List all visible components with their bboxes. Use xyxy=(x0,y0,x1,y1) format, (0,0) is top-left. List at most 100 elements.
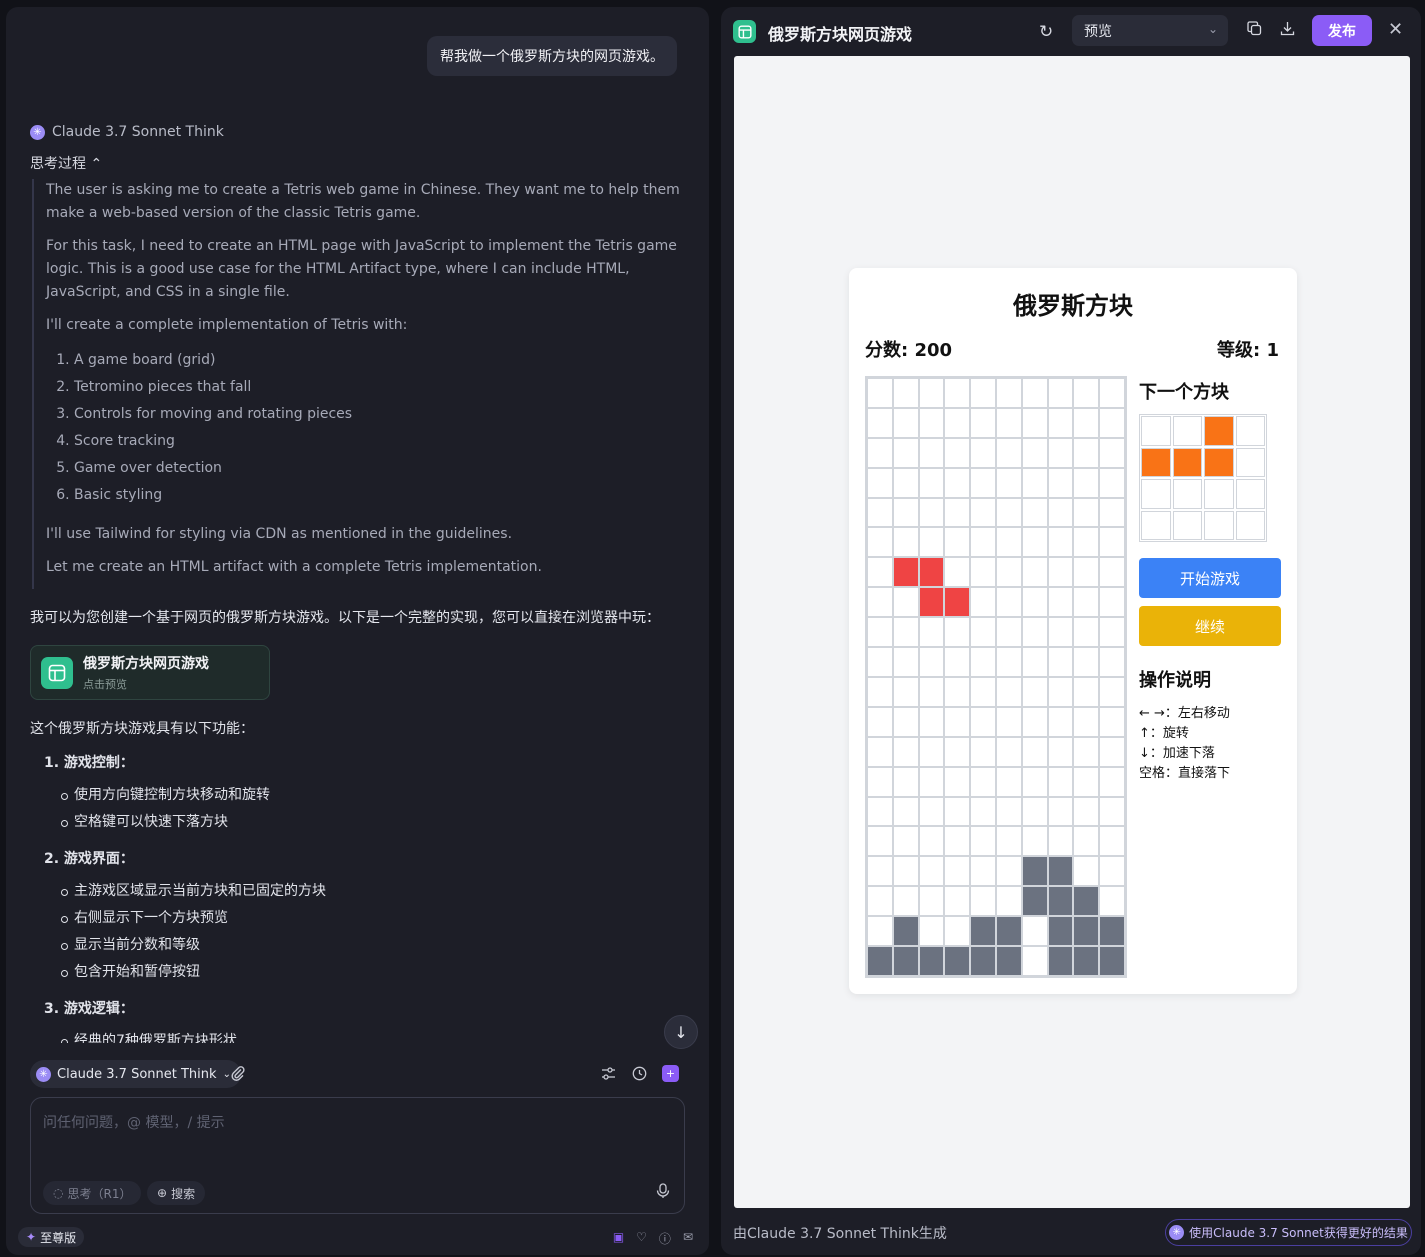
history-clock-icon[interactable] xyxy=(631,1065,648,1082)
feature-item: 右侧显示下一个方块预览 xyxy=(30,905,680,932)
help-icon[interactable]: ⓘ xyxy=(659,1230,671,1247)
board-cell xyxy=(918,826,945,857)
mail-icon[interactable]: ✉ xyxy=(683,1230,693,1247)
board-cell xyxy=(867,437,893,468)
board-cell xyxy=(1099,647,1125,677)
board-cell xyxy=(970,557,996,588)
board-cell xyxy=(1021,437,1048,468)
thinking-paragraph: The user is asking me to create a Tetris… xyxy=(46,182,680,221)
copy-icon[interactable] xyxy=(1247,21,1262,40)
next-cell xyxy=(1235,510,1265,540)
sliders-icon[interactable] xyxy=(600,1065,617,1082)
board-cell-filled xyxy=(970,916,996,947)
thinking-list-item: Basic styling xyxy=(74,482,682,509)
board-cell xyxy=(970,796,996,827)
next-cell xyxy=(1141,416,1171,446)
view-mode-label: 预览 xyxy=(1084,23,1112,40)
board-cell xyxy=(1047,826,1074,857)
chevron-down-icon: ⌄ xyxy=(1207,22,1218,36)
upgrade-cta-label: 使用Claude 3.7 Sonnet获得更好的结果 xyxy=(1189,1226,1408,1240)
board-cell xyxy=(1021,676,1048,707)
refresh-icon[interactable]: ↻ xyxy=(1039,22,1053,42)
board-cell-filled xyxy=(1021,886,1048,917)
board-cell xyxy=(892,437,919,468)
scroll-to-bottom-button[interactable]: ↓ xyxy=(664,1015,698,1049)
new-chat-icon[interactable]: + xyxy=(662,1065,679,1082)
feature-section-title: 3. 游戏逻辑： xyxy=(44,1001,134,1017)
view-mode-select[interactable]: 预览 ⌄ xyxy=(1072,15,1228,46)
board-cell xyxy=(867,378,893,408)
close-icon[interactable]: ✕ xyxy=(1388,19,1403,40)
board-cell xyxy=(918,647,945,677)
board-cell xyxy=(1099,467,1125,498)
help-item: 空格：直接落下 xyxy=(1139,766,1231,781)
artifact-layout-icon xyxy=(733,20,756,43)
sparkle-icon: ✦ xyxy=(26,1230,37,1244)
gift-icon[interactable]: ▣ xyxy=(613,1230,624,1247)
board-cell xyxy=(1099,676,1125,707)
board-cell xyxy=(995,886,1022,917)
publish-button[interactable]: 发布 xyxy=(1312,15,1372,46)
board-cell xyxy=(995,467,1022,498)
board-cell xyxy=(1099,736,1125,767)
board-cell xyxy=(995,647,1022,677)
board-cell-filled xyxy=(1099,916,1125,947)
game-board[interactable] xyxy=(865,376,1127,978)
board-cell xyxy=(944,886,971,917)
board-cell xyxy=(1021,407,1048,438)
board-cell xyxy=(1021,736,1048,767)
model-selector-label: Claude 3.7 Sonnet Think xyxy=(57,1066,217,1082)
board-cell xyxy=(1047,527,1074,558)
board-cell xyxy=(944,497,971,528)
upgrade-cta-button[interactable]: ✳ 使用Claude 3.7 Sonnet获得更好的结果 xyxy=(1165,1219,1412,1246)
download-icon[interactable] xyxy=(1280,21,1295,40)
microphone-icon[interactable] xyxy=(656,1183,670,1203)
board-cell xyxy=(918,916,945,947)
board-cell xyxy=(867,676,893,707)
premium-badge[interactable]: ✦ 至尊版 xyxy=(18,1227,85,1247)
board-cell xyxy=(944,647,971,677)
chat-panel: 帮我做一个俄罗斯方块的网页游戏。 ✳ Claude 3.7 Sonnet Thi… xyxy=(6,7,709,1255)
board-cell xyxy=(1047,437,1074,468)
heart-icon[interactable]: ♡ xyxy=(636,1230,647,1247)
message-input[interactable]: 问任何问题，@ 模型，/ 提示 ◌ 思考（R1） ⊕ 搜索 xyxy=(30,1097,685,1214)
artifact-card[interactable]: 俄罗斯方块网页游戏 点击预览 xyxy=(30,645,270,700)
start-game-button[interactable]: 开始游戏 xyxy=(1139,558,1281,598)
level-display: 等级: 1 xyxy=(1217,340,1279,361)
board-cell xyxy=(970,497,996,528)
features-lead: 这个俄罗斯方块游戏具有以下功能： xyxy=(30,721,254,737)
board-cell xyxy=(1047,736,1074,767)
feature-section: 2. 游戏界面： 主游戏区域显示当前方块和已固定的方块 右侧显示下一个方块预览 … xyxy=(30,848,680,986)
attach-icon[interactable] xyxy=(230,1065,246,1085)
board-cell xyxy=(1047,407,1074,438)
model-selector[interactable]: ✳ Claude 3.7 Sonnet Think ⌄ xyxy=(30,1060,241,1088)
board-cell xyxy=(1047,647,1074,677)
board-cell xyxy=(867,856,893,887)
board-cell-filled xyxy=(918,587,945,618)
board-cell xyxy=(1099,617,1125,648)
thinking-toggle[interactable]: 思考过程 ⌃ xyxy=(30,153,102,173)
board-cell xyxy=(1021,946,1048,976)
board-cell xyxy=(944,796,971,827)
board-cell xyxy=(918,886,945,917)
search-toggle[interactable]: ⊕ 搜索 xyxy=(147,1181,206,1205)
board-cell xyxy=(970,527,996,558)
board-cell xyxy=(970,886,996,917)
user-message: 帮我做一个俄罗斯方块的网页游戏。 xyxy=(427,36,677,76)
board-cell xyxy=(892,766,919,797)
board-cell xyxy=(1099,706,1125,737)
claude-logo-icon: ✳ xyxy=(36,1066,51,1082)
board-cell xyxy=(892,856,919,887)
help-list: ← →：左右移动 ↑：旋转 ↓：加速下落 空格：直接落下 xyxy=(1139,704,1284,784)
board-cell xyxy=(1073,437,1100,468)
board-cell xyxy=(867,796,893,827)
game-title: 俄罗斯方块 xyxy=(1013,292,1133,320)
think-r1-toggle[interactable]: ◌ 思考（R1） xyxy=(43,1181,142,1205)
board-cell xyxy=(918,676,945,707)
board-cell xyxy=(892,407,919,438)
resume-button[interactable]: 继续 xyxy=(1139,606,1281,646)
board-cell xyxy=(867,527,893,558)
generated-by: 由Claude 3.7 Sonnet Think生成 xyxy=(733,1226,947,1242)
board-cell xyxy=(995,736,1022,767)
artifact-title: 俄罗斯方块网页游戏 xyxy=(83,656,209,672)
